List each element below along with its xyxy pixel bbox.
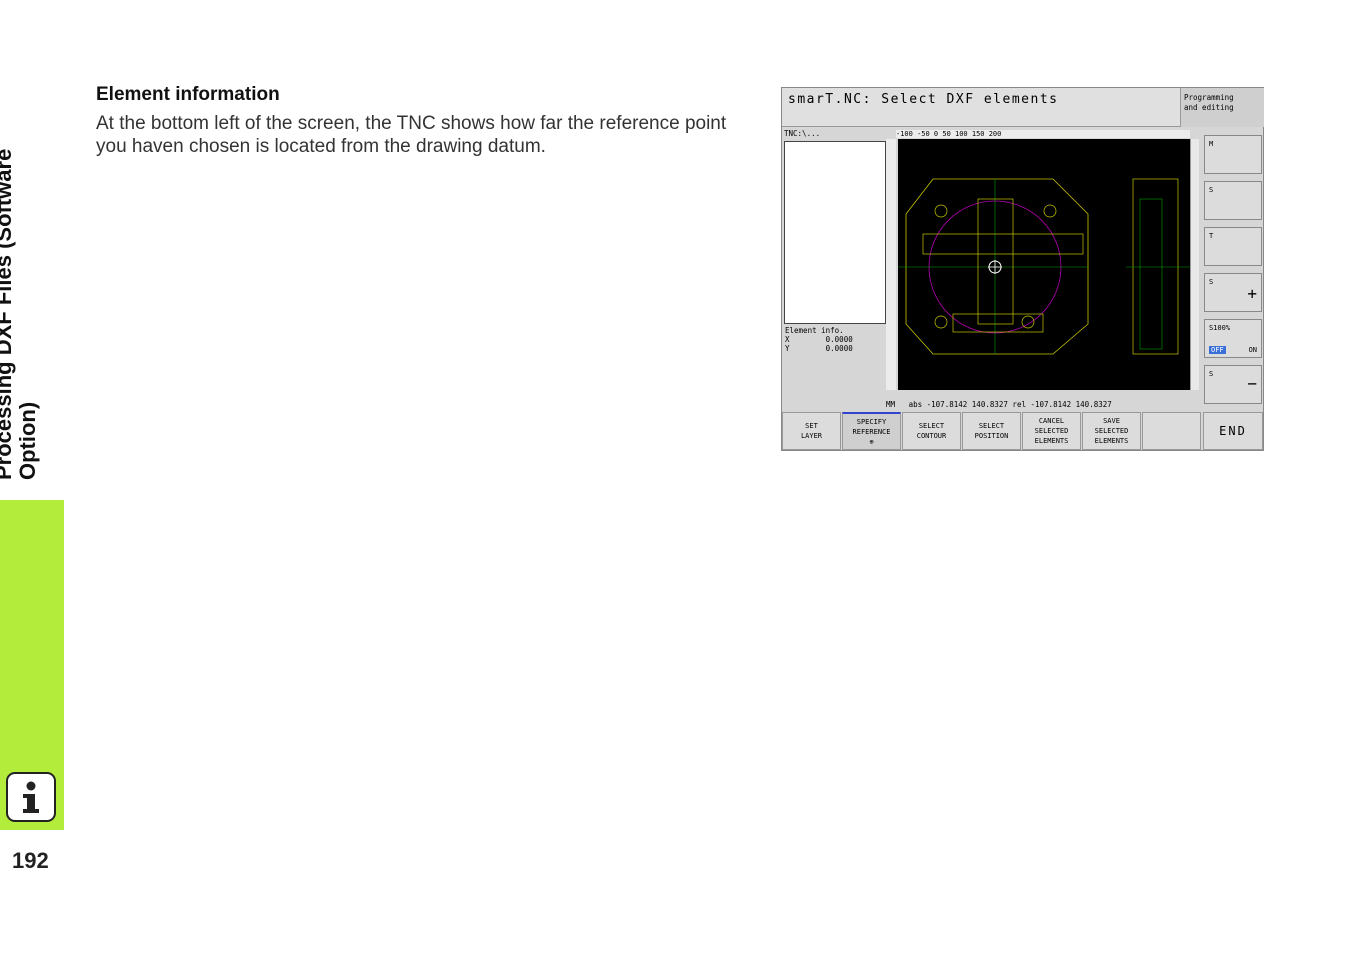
softkey-line: POSITION <box>974 432 1009 440</box>
softkey-cancel-selected[interactable]: CANCEL SELECTED ELEMENTS <box>1022 412 1081 450</box>
on-label: ON <box>1248 346 1257 354</box>
tnc-screenshot: smarT.NC: Select DXF elements Programmin… <box>781 87 1264 451</box>
softkey-line: SELECT <box>918 422 945 430</box>
rbtn-label: S <box>1209 370 1214 378</box>
softkey-specify-reference[interactable]: SPECIFY REFERENCE ⊕ <box>842 412 901 450</box>
softkey-row: SET LAYER SPECIFY REFERENCE ⊕ SELECT CONTOUR… <box>782 412 1263 450</box>
softkey-line: SELECT <box>978 422 1005 430</box>
softkey-line: CANCEL <box>1038 417 1065 425</box>
plus-icon: + <box>1247 284 1257 303</box>
spindle-plus-button[interactable]: S + <box>1204 273 1262 312</box>
drawing-scrollbar[interactable] <box>1190 139 1199 390</box>
rbtn-label: S <box>1209 278 1214 286</box>
coordinates-readout: MM abs -107.8142 140.8327 rel -107.8142 … <box>886 400 1112 409</box>
chapter-title-line1: Processing DXF Files (Software <box>0 148 16 480</box>
rbtn-label: S100% <box>1209 324 1231 332</box>
target-icon: ⊕ <box>869 437 874 446</box>
mode-line1: Programming <box>1184 93 1234 102</box>
softkey-line: SELECTED <box>1034 427 1069 435</box>
tool-change-button[interactable]: T <box>1204 227 1262 266</box>
chapter-title: Processing DXF Files (Software Option) <box>0 90 64 480</box>
softkey-line: ELEMENTS <box>1094 437 1129 445</box>
rbtn-label: T <box>1209 232 1214 240</box>
softkey-set-layer[interactable]: SET LAYER <box>782 412 841 450</box>
x-label: X <box>785 335 790 344</box>
layer-preview <box>784 141 886 324</box>
softkey-line: SET <box>805 422 818 430</box>
file-path: TNC:\... <box>784 129 821 138</box>
softkey-line: SPECIFY <box>856 417 887 426</box>
softkey-line: SELECTED <box>1094 427 1129 435</box>
softkey-line: CONTOUR <box>916 432 947 440</box>
screen-title: smarT.NC: Select DXF elements <box>782 88 1180 127</box>
spindle-override-button[interactable]: S100% OFF ON <box>1204 319 1262 358</box>
element-info: Element info. X 0.0000 Y 0.0000 <box>785 326 853 353</box>
info-icon <box>6 772 56 822</box>
horizontal-ruler: -100 -50 0 50 100 150 200 <box>896 130 1190 138</box>
operating-mode: Programming and editing <box>1180 88 1264 127</box>
page-number: 192 <box>12 848 49 873</box>
softkey-line: END <box>1219 424 1247 438</box>
machine-table-button[interactable]: M <box>1204 135 1262 174</box>
section-heading: Element information <box>96 84 280 105</box>
softkey-select-contour[interactable]: SELECT CONTOUR <box>902 412 961 450</box>
x-value: 0.0000 <box>825 335 853 344</box>
softkey-end[interactable]: END <box>1203 412 1263 450</box>
softkey-line: SAVE <box>1103 417 1120 425</box>
rbtn-label: S <box>1209 186 1214 194</box>
rbtn-label: M <box>1209 140 1214 148</box>
y-label: Y <box>785 344 790 353</box>
mode-line2: and editing <box>1184 103 1234 112</box>
vertical-ruler <box>886 139 896 390</box>
softkey-line: LAYER <box>800 432 823 440</box>
softkey-empty[interactable] <box>1142 412 1201 450</box>
dxf-drawing-view[interactable] <box>898 139 1190 390</box>
chapter-title-line2: Option) <box>15 401 40 480</box>
chapter-title-text: Processing DXF Files (Software Option) <box>0 100 40 480</box>
spindle-button[interactable]: S <box>1204 181 1262 220</box>
minus-icon: − <box>1247 374 1257 393</box>
right-softkey-panel: M S T S + S100% OFF ON S − <box>1202 129 1264 411</box>
y-value: 0.0000 <box>825 344 853 353</box>
softkey-line: ELEMENTS <box>1034 437 1069 445</box>
softkey-select-position[interactable]: SELECT POSITION <box>962 412 1021 450</box>
off-label: OFF <box>1209 346 1226 354</box>
softkey-line: REFERENCE <box>852 427 891 436</box>
spindle-minus-button[interactable]: S − <box>1204 365 1262 404</box>
element-info-label: Element info. <box>785 326 844 335</box>
body-paragraph: At the bottom left of the screen, the TN… <box>96 113 727 157</box>
softkey-save-selected[interactable]: SAVE SELECTED ELEMENTS <box>1082 412 1141 450</box>
